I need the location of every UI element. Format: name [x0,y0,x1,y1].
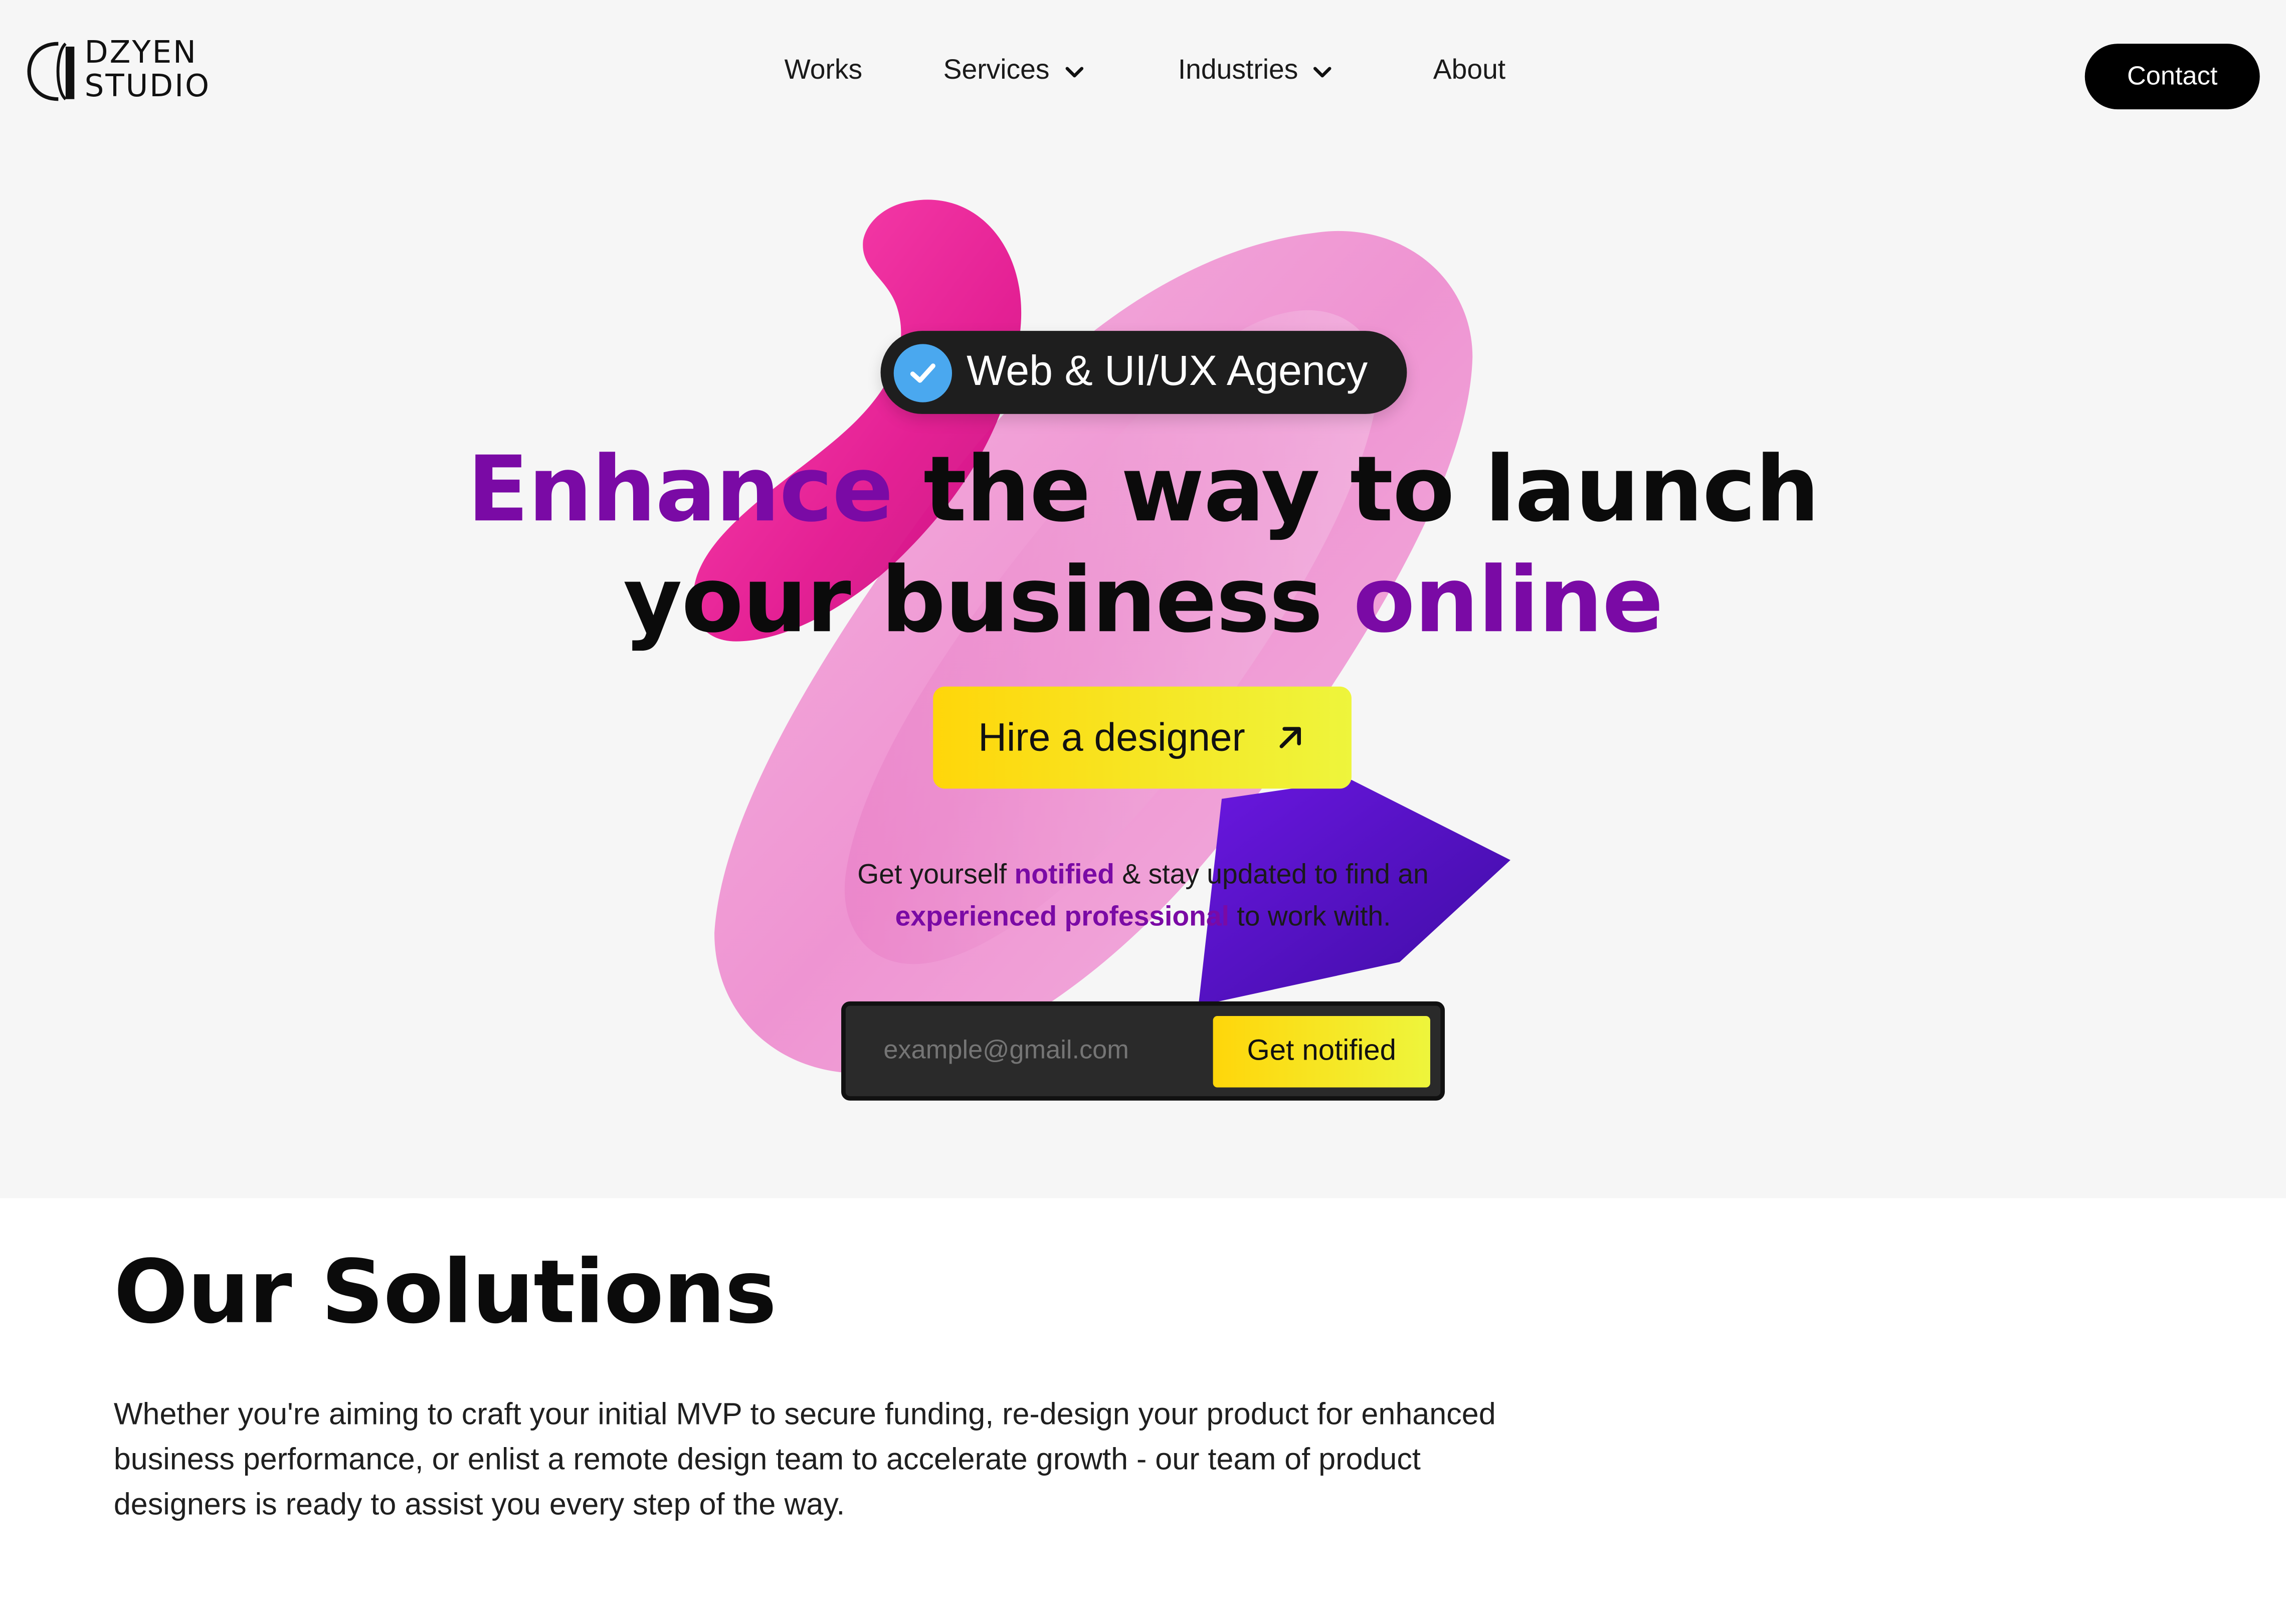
nav-works[interactable]: Works [785,56,863,88]
badge-label: Web & UI/UX Agency [967,348,1368,395]
solutions-title: Our Solutions [113,1242,777,1344]
get-notified-button[interactable]: Get notified [1213,1016,1430,1088]
email-input[interactable] [883,1035,1205,1066]
hire-designer-label: Hire a designer [978,715,1245,759]
hero-subtext: Get yourself notified & stay updated to … [0,854,2286,939]
logo[interactable]: DZYEN STUDIO [26,35,223,108]
arrow-up-right-icon [1279,727,1301,748]
nav-about-label: About [1433,55,1506,86]
nav-services-label: Services [943,55,1050,86]
hire-designer-button[interactable]: Hire a designer [933,686,1352,789]
headline-accent-1: Enhance [467,436,893,542]
chevron-down-icon [1314,67,1332,78]
subtext-highlight-2: experienced professional [895,902,1230,933]
nav-industries-label: Industries [1178,55,1298,86]
hero-headline: Enhance the way to launch your business … [0,435,2286,656]
nav-works-label: Works [784,55,863,86]
subtext-part-2: & stay updated to find an [1114,860,1429,891]
page: DZYEN STUDIO Works Services Industries A… [0,0,2286,1624]
headline-part-1: the way to launch [892,436,1820,542]
subtext-highlight-1: notified [1014,860,1115,891]
chevron-down-icon [1065,67,1083,78]
headline-part-2: your business [623,546,1353,653]
contact-button[interactable]: Contact [2084,44,2260,110]
nav-industries[interactable]: Industries [1178,56,1333,88]
subtext-part-1: Get yourself [857,860,1015,891]
logo-text-line1: DZYEN [84,35,198,70]
verified-check-icon [893,343,952,402]
logo-text-line2: STUDIO [84,68,211,104]
nav-about[interactable]: About [1433,56,1505,88]
subtext-part-3: to work with. [1229,902,1391,933]
headline-accent-2: online [1353,546,1663,653]
nav-services[interactable]: Services [943,56,1085,88]
agency-badge: Web & UI/UX Agency [880,331,1407,414]
newsletter-form: Get notified [841,1001,1445,1101]
solutions-description: Whether you're aiming to craft your init… [113,1397,1496,1522]
logo-mark-icon [27,42,75,101]
